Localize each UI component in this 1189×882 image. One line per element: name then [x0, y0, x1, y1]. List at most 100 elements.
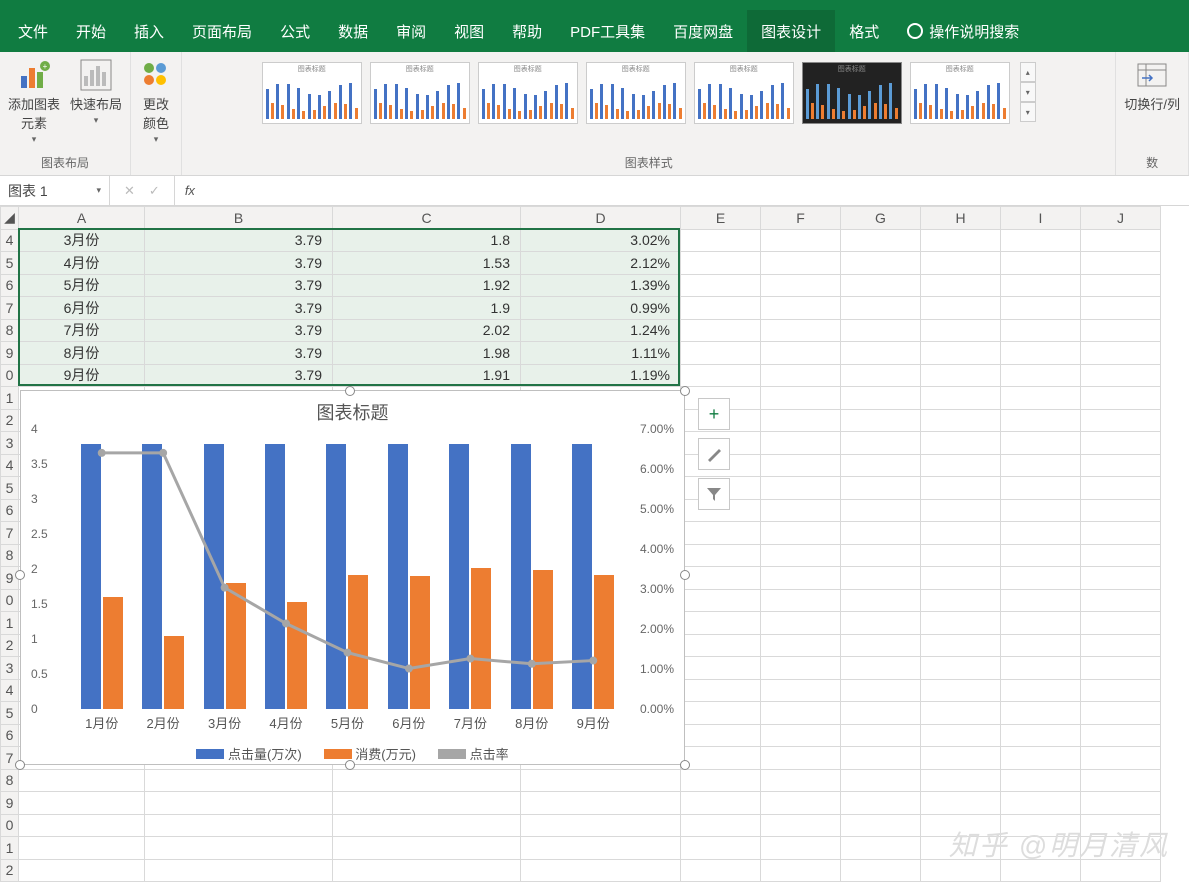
cell-F14[interactable] [761, 454, 841, 477]
cell-H19[interactable] [921, 567, 1001, 590]
cell-G24[interactable] [841, 679, 921, 702]
confirm-icon[interactable]: ✓ [149, 183, 160, 199]
row-header[interactable]: 6 [1, 274, 19, 297]
bar-series1[interactable] [572, 444, 592, 709]
chart-title[interactable]: 图表标题 [21, 391, 684, 429]
cell-I23[interactable] [1001, 657, 1081, 680]
row-header[interactable]: 8 [1, 769, 19, 792]
cell-E20[interactable] [681, 589, 761, 612]
fx-icon[interactable]: fx [175, 183, 205, 198]
cell-F15[interactable] [761, 477, 841, 500]
cell-B5[interactable]: 3.79 [145, 252, 333, 275]
tab-data[interactable]: 数据 [324, 10, 382, 52]
cell-J18[interactable] [1081, 544, 1161, 567]
chart-plot-area[interactable]: 00.511.522.533.540.00%1.00%2.00%3.00%4.0… [71, 429, 624, 709]
cell-A5[interactable]: 4月份 [19, 252, 145, 275]
cell-J6[interactable] [1081, 274, 1161, 297]
cell-F16[interactable] [761, 499, 841, 522]
cell-G20[interactable] [841, 589, 921, 612]
formula-input[interactable] [205, 176, 1189, 205]
chart-styles-button[interactable] [698, 438, 730, 470]
cell-E19[interactable] [681, 567, 761, 590]
cell-H17[interactable] [921, 522, 1001, 545]
col-header-F[interactable]: F [761, 207, 841, 230]
cell-H12[interactable] [921, 409, 1001, 432]
cell-E6[interactable] [681, 274, 761, 297]
cell-G25[interactable] [841, 702, 921, 725]
cell-A6[interactable]: 5月份 [19, 274, 145, 297]
cell-G23[interactable] [841, 657, 921, 680]
bar-series2[interactable] [103, 597, 123, 709]
bar-series2[interactable] [594, 575, 614, 709]
chart-elements-button[interactable]: + [698, 398, 730, 430]
cell-F10[interactable] [761, 364, 841, 387]
cell-E17[interactable] [681, 522, 761, 545]
cell-H8[interactable] [921, 319, 1001, 342]
cell-C29[interactable] [333, 792, 521, 815]
cell-G30[interactable] [841, 814, 921, 837]
cell-J29[interactable] [1081, 792, 1161, 815]
row-header[interactable]: 2 [1, 634, 19, 657]
cell-C28[interactable] [333, 769, 521, 792]
cell-A32[interactable] [19, 859, 145, 882]
cell-J15[interactable] [1081, 477, 1161, 500]
cell-E7[interactable] [681, 297, 761, 320]
cell-H20[interactable] [921, 589, 1001, 612]
cell-D29[interactable] [521, 792, 681, 815]
cell-G18[interactable] [841, 544, 921, 567]
cell-I20[interactable] [1001, 589, 1081, 612]
cell-D28[interactable] [521, 769, 681, 792]
cell-F5[interactable] [761, 252, 841, 275]
name-box[interactable]: 图表 1 ▾ [0, 176, 110, 205]
cell-E21[interactable] [681, 612, 761, 635]
chart-handle[interactable] [680, 386, 690, 396]
cell-E32[interactable] [681, 859, 761, 882]
col-header-I[interactable]: I [1001, 207, 1081, 230]
row-header[interactable]: 0 [1, 364, 19, 387]
cell-A4[interactable]: 3月份 [19, 229, 145, 252]
cell-B32[interactable] [145, 859, 333, 882]
chart-handle[interactable] [15, 570, 25, 580]
row-header[interactable]: 7 [1, 297, 19, 320]
cell-H5[interactable] [921, 252, 1001, 275]
cell-B8[interactable]: 3.79 [145, 319, 333, 342]
cell-F26[interactable] [761, 724, 841, 747]
cell-J23[interactable] [1081, 657, 1161, 680]
cell-C8[interactable]: 2.02 [333, 319, 521, 342]
bar-series1[interactable] [449, 444, 469, 709]
cell-G8[interactable] [841, 319, 921, 342]
chart-handle[interactable] [680, 570, 690, 580]
cell-G21[interactable] [841, 612, 921, 635]
cell-D32[interactable] [521, 859, 681, 882]
cell-G15[interactable] [841, 477, 921, 500]
row-header[interactable]: 3 [1, 657, 19, 680]
cell-H26[interactable] [921, 724, 1001, 747]
cell-E8[interactable] [681, 319, 761, 342]
cell-F20[interactable] [761, 589, 841, 612]
cell-J4[interactable] [1081, 229, 1161, 252]
cell-B28[interactable] [145, 769, 333, 792]
row-header[interactable]: 6 [1, 499, 19, 522]
cell-G28[interactable] [841, 769, 921, 792]
cell-A10[interactable]: 9月份 [19, 364, 145, 387]
tab-formulas[interactable]: 公式 [266, 10, 324, 52]
row-header[interactable]: 1 [1, 612, 19, 635]
cell-G10[interactable] [841, 364, 921, 387]
chart-handle[interactable] [680, 760, 690, 770]
chart-style-thumb[interactable]: 图表标题 [478, 62, 578, 124]
bar-series1[interactable] [142, 444, 162, 709]
row-header[interactable]: 4 [1, 679, 19, 702]
cell-I4[interactable] [1001, 229, 1081, 252]
cell-G31[interactable] [841, 837, 921, 860]
cell-F27[interactable] [761, 747, 841, 770]
chart-styles-gallery[interactable]: 图表标题图表标题图表标题图表标题图表标题图表标题图表标题 ▴ ▾ ▾ [262, 58, 1036, 152]
row-header[interactable]: 9 [1, 792, 19, 815]
tab-view[interactable]: 视图 [440, 10, 498, 52]
bar-series2[interactable] [533, 570, 553, 709]
cell-I14[interactable] [1001, 454, 1081, 477]
cell-F25[interactable] [761, 702, 841, 725]
cell-F7[interactable] [761, 297, 841, 320]
cell-A8[interactable]: 7月份 [19, 319, 145, 342]
bar-series2[interactable] [471, 568, 491, 709]
cell-E24[interactable] [681, 679, 761, 702]
